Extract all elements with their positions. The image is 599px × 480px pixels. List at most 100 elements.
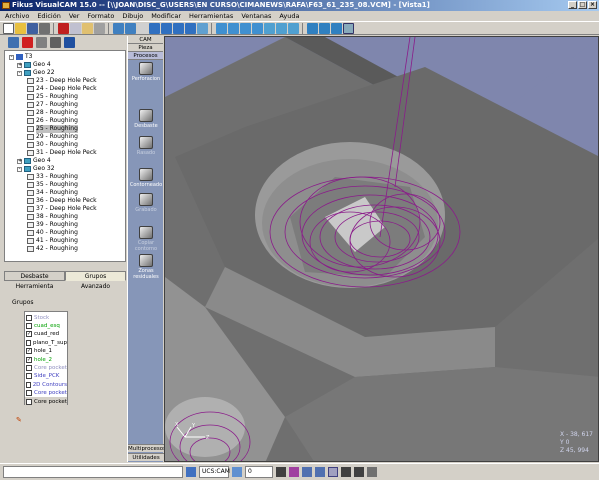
view-front-icon[interactable] <box>228 22 239 34</box>
layer-select[interactable]: 0 <box>245 466 273 478</box>
tab-pieza[interactable]: Pieza <box>128 44 163 52</box>
tree-geo-node[interactable]: + Geo 4 <box>17 61 51 69</box>
group-checkbox[interactable] <box>26 373 32 380</box>
tab-utilidades[interactable]: Utilidades <box>128 453 164 461</box>
ucs-select[interactable]: UCS:CAM <box>199 466 230 478</box>
paste-icon[interactable] <box>82 22 93 34</box>
tree-operation-node[interactable]: 31 - Deep Hole Peck <box>27 149 97 157</box>
menu-ver[interactable]: Ver <box>68 12 81 20</box>
print-icon[interactable] <box>39 22 50 34</box>
menu-edicion[interactable]: Edición <box>36 12 62 20</box>
group-checkbox[interactable]: ✓ <box>26 356 32 363</box>
tab-avanzado[interactable]: Avanzado <box>65 282 126 292</box>
process-item[interactable]: Rasado <box>128 136 164 156</box>
menu-modificar[interactable]: Modificar <box>150 12 182 20</box>
command-input[interactable] <box>3 466 183 478</box>
save-icon[interactable] <box>27 22 38 34</box>
copy-icon[interactable] <box>70 22 81 34</box>
tree-operation-node[interactable]: 34 - Roughing <box>27 189 78 197</box>
process-item[interactable]: Desbaste <box>128 109 164 129</box>
monitor-icon[interactable] <box>8 37 19 48</box>
tree-operation-node[interactable]: 39 - Roughing <box>27 221 78 229</box>
zoom-window-icon[interactable] <box>149 22 160 34</box>
process-item[interactable]: Perforacion <box>128 62 164 82</box>
render-shaded-icon[interactable] <box>264 22 275 34</box>
simulation-icon[interactable] <box>343 22 354 34</box>
undo-icon[interactable] <box>113 22 124 34</box>
tree-operation-node[interactable]: 41 - Roughing <box>27 237 78 245</box>
tab-cam[interactable]: CAM <box>128 36 163 44</box>
tree-geo-node[interactable]: + Geo 4 <box>17 157 51 165</box>
measure-icon[interactable] <box>341 467 351 477</box>
grid-icon[interactable] <box>319 22 330 34</box>
new-file-icon[interactable] <box>3 22 14 34</box>
expand-toggle-icon[interactable]: + <box>17 62 22 68</box>
tree-operation-node[interactable]: 24 - Deep Hole Peck <box>27 85 97 93</box>
group-checkbox[interactable] <box>26 314 32 321</box>
menu-dibujo[interactable]: Dibujo <box>121 12 144 20</box>
tree-operation-node[interactable]: 29 - Roughing <box>27 133 78 141</box>
groups-list[interactable]: Stock cuad_esq ✓ cuad_red plano_T_sup ✓ hole_1… <box>24 311 68 406</box>
curve-icon[interactable] <box>315 467 325 477</box>
tree-geo-node[interactable]: - Geo 22 <box>17 69 55 77</box>
cut-icon[interactable] <box>94 22 105 34</box>
tree-geo-node[interactable]: - Geo 32 <box>17 165 55 173</box>
redo-icon[interactable] <box>125 22 136 34</box>
tree-operation-node[interactable]: 25 - Roughing <box>27 93 78 101</box>
pan-icon[interactable] <box>197 22 208 34</box>
post-icon[interactable] <box>50 37 61 48</box>
zoom-all-icon[interactable] <box>161 22 172 34</box>
tree-root[interactable]: - T3 <box>9 53 32 61</box>
tree-operation-node[interactable]: 33 - Roughing <box>27 173 78 181</box>
tab-desbaste[interactable]: Desbaste <box>4 271 65 281</box>
tree-operation-node[interactable]: 37 - Deep Hole Peck <box>27 205 97 213</box>
menu-herramientas[interactable]: Herramientas <box>188 12 234 20</box>
open-folder-icon[interactable] <box>15 22 26 34</box>
process-item[interactable]: Copiar contorno <box>128 226 164 252</box>
minimize-button[interactable]: _ <box>568 1 577 9</box>
process-item[interactable]: Contorneado <box>128 168 164 188</box>
tree-operation-node[interactable]: 40 - Roughing <box>27 229 78 237</box>
tree-operation-node[interactable]: 28 - Roughing <box>27 109 78 117</box>
render-hidden-icon[interactable] <box>288 22 299 34</box>
group-checkbox[interactable] <box>26 322 32 329</box>
menu-ventanas[interactable]: Ventanas <box>240 12 272 20</box>
expand-toggle-icon[interactable]: + <box>17 158 22 164</box>
ortho-icon[interactable] <box>302 467 312 477</box>
properties-icon[interactable] <box>36 37 47 48</box>
tree-operation-node[interactable]: 27 - Roughing <box>27 101 78 109</box>
tree-operation-node[interactable]: 30 - Roughing <box>27 141 78 149</box>
group-checkbox[interactable] <box>26 390 32 397</box>
group-checkbox[interactable]: ✓ <box>26 348 32 355</box>
delete-icon[interactable] <box>58 22 69 34</box>
tree-operation-node[interactable]: 23 - Deep Hole Peck <box>27 77 97 85</box>
zoom-in-icon[interactable] <box>173 22 184 34</box>
tab-procesos[interactable]: Procesos <box>128 52 163 60</box>
maximize-button[interactable]: □ <box>578 1 587 9</box>
viewport-3d[interactable]: Z Y X X - 38, 617 Y 0 Z 45, 994 <box>164 36 599 462</box>
group-checkbox[interactable]: ✓ <box>26 331 32 338</box>
layers-icon[interactable] <box>232 467 242 477</box>
report-icon[interactable] <box>64 37 75 48</box>
delete-operation-icon[interactable] <box>22 37 33 48</box>
group-checkbox[interactable] <box>26 339 32 346</box>
tree-operation-node[interactable]: 38 - Roughing <box>27 213 78 221</box>
zoom-out-icon[interactable] <box>185 22 196 34</box>
process-item[interactable]: Grabado <box>128 193 164 213</box>
menu-formato[interactable]: Formato <box>86 12 115 20</box>
view-iso-icon[interactable] <box>252 22 263 34</box>
group-item[interactable]: Core pocket <box>25 397 67 406</box>
filter-icon[interactable] <box>276 467 286 477</box>
menu-ayuda[interactable]: Ayuda <box>278 12 300 20</box>
expand-toggle-icon[interactable]: - <box>17 70 22 76</box>
tree-operation-node[interactable]: 36 - Deep Hole Peck <box>27 197 97 205</box>
pin-icon[interactable] <box>354 467 364 477</box>
toolpath-view-icon[interactable] <box>328 467 338 477</box>
view-top-icon[interactable] <box>216 22 227 34</box>
render-wire-icon[interactable] <box>276 22 287 34</box>
layer-icon[interactable] <box>307 22 318 34</box>
tab-herramienta[interactable]: Herramienta <box>4 282 65 292</box>
tab-multiprocesos[interactable]: Multiprocesos <box>128 444 166 452</box>
group-checkbox[interactable] <box>26 398 32 405</box>
group-checkbox[interactable] <box>26 381 31 388</box>
